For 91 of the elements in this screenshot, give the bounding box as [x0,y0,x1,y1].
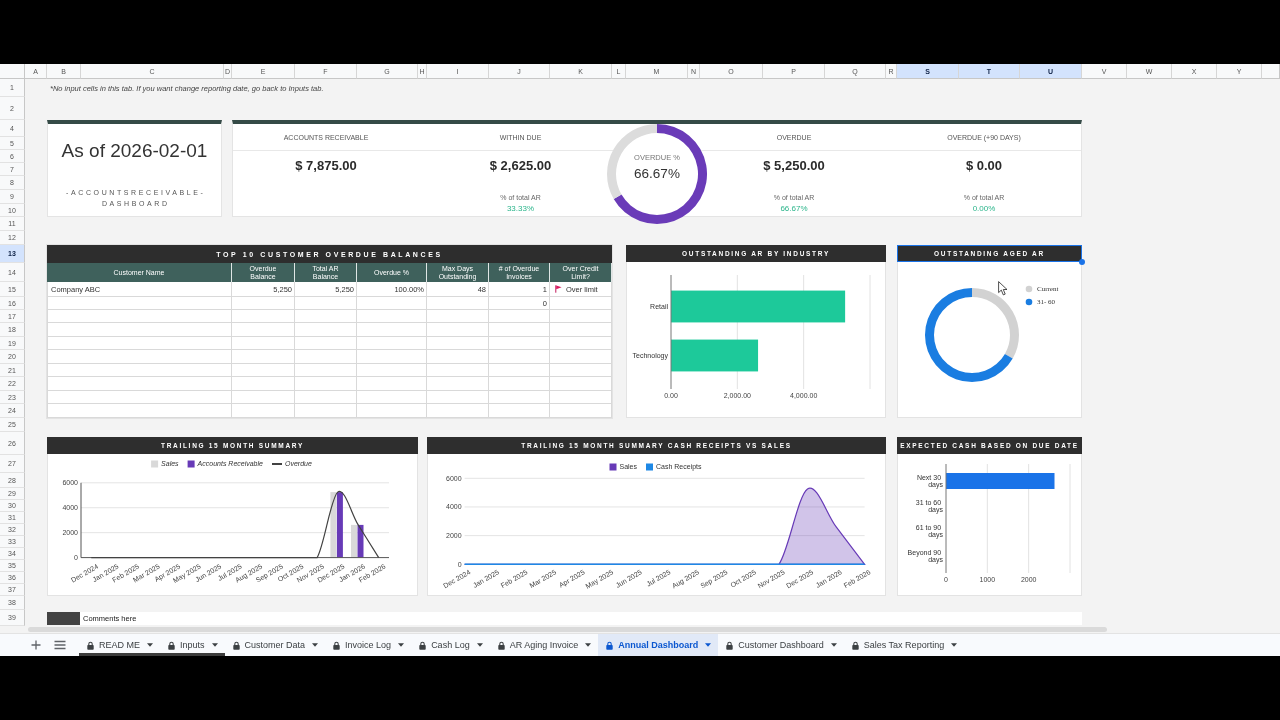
table-cell [357,391,427,404]
table-cell [427,377,489,391]
sheet-tab[interactable]: Cash Log [411,634,490,656]
table-cell [232,323,295,337]
sheet-tab[interactable]: Customer Dashboard [718,634,844,656]
table-cell [295,404,357,418]
table-cell [357,350,427,364]
caret-icon[interactable] [585,643,592,647]
table-cell [357,364,427,377]
caret-icon[interactable] [830,643,837,647]
table-cell [489,364,550,377]
legend-dot-icon [1025,285,1033,293]
table-cell [295,391,357,404]
table-cell [295,350,357,364]
table-cell [427,297,489,310]
metric-value: $ 2,625.00 [488,158,553,174]
metric-share-value: 66.67% [779,203,809,214]
legend-square-icon [646,463,653,471]
metric-share-value: 0.00% [971,203,997,214]
legend-square-icon [609,463,617,471]
table-cell [357,337,427,350]
table-cell [357,323,427,337]
table-cell [232,310,295,323]
table-cell [295,337,357,350]
sheet-tab[interactable]: AR Aging Invoice [489,634,599,656]
table-cell [489,310,550,323]
sheet-tab[interactable]: Annual Dashboard [598,634,719,656]
legend-line-icon [272,463,282,465]
table-cell [489,323,550,337]
scrollbar-thumb[interactable] [28,627,1107,632]
table-cell [295,297,357,310]
sheet-tab[interactable]: Customer Data [224,634,326,656]
table-cell [550,350,612,364]
table-cell [232,391,295,404]
table-cell [232,297,295,310]
table-cell [427,364,489,377]
table-cell [427,310,489,323]
caret-icon[interactable] [705,643,712,647]
table-cell [232,350,295,364]
legend-dot-icon [1025,298,1033,306]
metric-value: $ 7,875.00 [294,158,358,174]
table-cell [427,337,489,350]
dashboard-date-title: As of 2026-02-01 [61,140,208,162]
caret-icon[interactable] [398,643,405,647]
table-cell [427,350,489,364]
legend-square-icon [187,460,195,468]
plus-icon[interactable] [29,638,43,652]
table-cell [489,350,550,364]
caret-icon[interactable] [147,643,153,647]
mouse-pointer-icon [998,281,1008,296]
caret-icon[interactable] [951,643,958,647]
shaded-cell [47,611,80,625]
sheet-tab[interactable]: READ ME [79,634,160,656]
table-cell [489,377,550,391]
table-cell [550,310,612,323]
metric-value: $ 5,250.00 [762,158,826,174]
sheet-tab[interactable]: Invoice Log [325,634,412,656]
gauge-value: 66.67% [634,165,680,182]
table-cell [550,323,612,337]
caret-icon[interactable] [211,643,218,647]
table-cell [295,310,357,323]
selection-handle[interactable] [1079,259,1085,265]
table-cell [232,337,295,350]
sheet-tab[interactable]: Sales Tax Reporting [843,634,965,656]
table-cell [295,364,357,377]
table-cell [489,391,550,404]
metric-share-value: 33.33% [505,203,536,214]
table-cell [232,364,295,377]
table-cell [427,391,489,404]
table-cell [550,391,612,404]
legend-square-icon [151,460,159,468]
metric-value: $ 0.00 [964,158,1004,174]
table-cell [489,337,550,350]
table-cell [357,404,427,418]
table-cell [427,404,489,418]
table-cell [357,377,427,391]
table-cell [295,377,357,391]
table-cell [357,310,427,323]
table-cell [550,377,612,391]
table-cell [427,323,489,337]
table-cell [550,404,612,418]
table-cell [550,364,612,377]
table-cell [232,377,295,391]
table-cell [489,404,550,418]
sheet-tab[interactable]: Inputs [160,634,225,656]
table-cell [232,404,295,418]
table-cell [357,297,427,310]
table-cell [550,337,612,350]
table-cell [295,323,357,337]
caret-icon[interactable] [476,643,483,647]
caret-icon[interactable] [312,643,319,647]
